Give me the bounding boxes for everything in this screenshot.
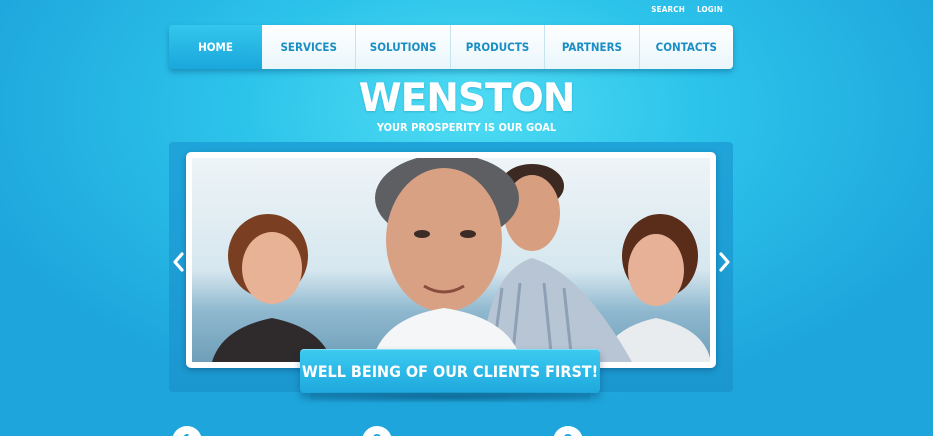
- slide-caption-text: WELL BEING OF OUR CLIENTS FIRST!: [301, 362, 599, 381]
- feature-number: 2: [362, 426, 392, 436]
- nav-item-products[interactable]: PRODUCTS: [449, 25, 545, 69]
- feature-number: 3: [553, 426, 583, 436]
- login-link[interactable]: LOGIN: [697, 5, 723, 14]
- nav-item-services[interactable]: SERVICES: [262, 25, 356, 69]
- nav-item-contacts[interactable]: CONTACTS: [638, 25, 733, 69]
- feature-number: 1: [172, 426, 202, 436]
- main-nav: HOME SERVICES SOLUTIONS PRODUCTS PARTNER…: [169, 25, 733, 69]
- chevron-left-icon: [173, 252, 184, 272]
- feature-2: 2: [362, 426, 392, 436]
- team-photo: [192, 158, 710, 362]
- nav-item-solutions[interactable]: SOLUTIONS: [355, 25, 450, 69]
- slide-caption: WELL BEING OF OUR CLIENTS FIRST!: [300, 349, 600, 393]
- slide-image: [186, 152, 716, 368]
- slider-next-button[interactable]: [717, 250, 733, 274]
- search-link[interactable]: SEARCH: [651, 5, 685, 14]
- feature-1: 1: [172, 426, 202, 436]
- feature-3: 3: [553, 426, 583, 436]
- nav-item-partners[interactable]: PARTNERS: [544, 25, 639, 69]
- caption-shadow: [310, 392, 590, 402]
- top-links: SEARCH LOGIN: [651, 5, 723, 14]
- logo-tagline: YOUR PROSPERITY IS OUR GOAL: [376, 121, 557, 134]
- logo[interactable]: WENSTON YOUR PROSPERITY IS OUR GOAL: [0, 76, 933, 135]
- logo-title: WENSTON: [358, 76, 576, 121]
- nav-item-home[interactable]: HOME: [169, 25, 262, 69]
- chevron-right-icon: [719, 252, 730, 272]
- slider-prev-button[interactable]: [170, 250, 186, 274]
